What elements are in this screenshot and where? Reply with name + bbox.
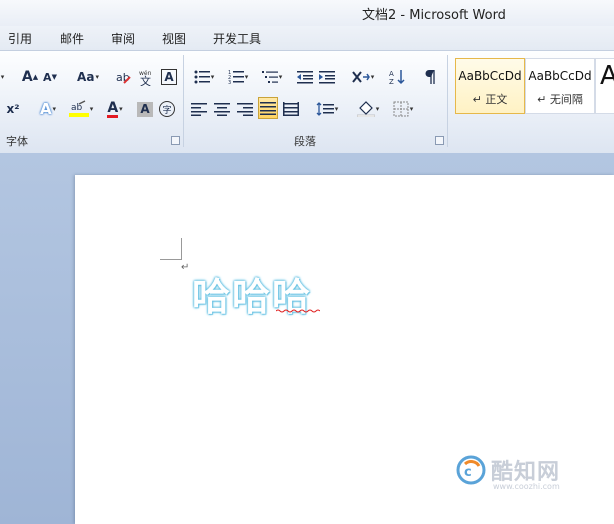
style-sample: AaBbCcDd xyxy=(528,69,592,83)
increase-indent-icon xyxy=(319,71,335,84)
decrease-indent-icon xyxy=(297,71,313,84)
line-spacing-button[interactable]: ▾ xyxy=(314,99,340,119)
phonetic-guide-icon: wén文 xyxy=(139,70,152,86)
font-color-button[interactable]: A ▾ xyxy=(101,99,129,119)
font-group-label: 字体 xyxy=(6,135,28,148)
font-color-icon: A xyxy=(107,99,119,118)
shrink-font-button[interactable]: A ▼ xyxy=(42,67,58,87)
align-right-icon xyxy=(237,103,253,116)
style-sample: A xyxy=(600,61,614,91)
grow-font-button[interactable]: A ▲ xyxy=(21,67,39,87)
tab-mailings[interactable]: 邮件 xyxy=(60,30,84,47)
char-shading-icon: A xyxy=(137,101,153,117)
tab-view[interactable]: 视图 xyxy=(162,30,186,47)
paint-bucket-icon xyxy=(356,101,375,117)
borders-button[interactable]: ▾ xyxy=(389,99,417,119)
font-size-dropdown-icon[interactable]: ▾ xyxy=(0,67,6,87)
bullets-button[interactable]: ▾ xyxy=(190,67,218,87)
chinese-layout-button[interactable]: ▾ xyxy=(348,67,378,87)
bullets-icon xyxy=(194,70,210,84)
char-border-icon: A xyxy=(161,69,177,85)
svg-text:文: 文 xyxy=(140,74,151,86)
window-title: 文档2 - Microsoft Word xyxy=(362,8,506,23)
paragraph-mark: ↵ xyxy=(181,262,190,273)
shrink-font-icon: A xyxy=(43,70,52,84)
clear-format-button[interactable]: ab xyxy=(114,67,132,87)
highlight-button[interactable]: ab ▾ xyxy=(66,99,96,119)
highlight-icon: ab xyxy=(68,100,89,117)
phonetic-guide-button[interactable]: wén 文 xyxy=(137,67,157,87)
increase-indent-button[interactable] xyxy=(318,67,336,87)
style-name: ↵ 无间隔 xyxy=(537,93,583,106)
margin-corner-mark xyxy=(160,238,182,260)
group-separator xyxy=(183,55,184,147)
text-effect-button[interactable]: A ▾ xyxy=(34,99,62,119)
enclose-char-icon: 字 xyxy=(159,101,175,117)
svg-text:c: c xyxy=(464,465,472,480)
clear-format-icon: ab xyxy=(116,71,131,84)
align-left-icon xyxy=(191,103,207,116)
paragraph-dialog-launcher-icon[interactable] xyxy=(435,136,444,145)
justify-icon xyxy=(260,102,276,115)
multilevel-list-button[interactable]: ▾ xyxy=(258,67,286,87)
ribbon: ▾ A ▲ A ▼ Aa ▾ ab wén 文 A x² A ▾ ab ▾ A ▾ A 字 字… xyxy=(0,50,614,154)
change-case-icon: Aa xyxy=(77,70,95,84)
sort-icon: AZ xyxy=(389,70,405,85)
multilevel-list-icon xyxy=(261,71,278,83)
title-bar: 文档2 - Microsoft Word xyxy=(0,0,614,26)
distributed-button[interactable] xyxy=(282,99,300,119)
text-effect-icon: A xyxy=(39,100,52,118)
style-normal[interactable]: AaBbCcDd ↵ 正文 xyxy=(455,58,525,114)
align-right-button[interactable] xyxy=(236,99,254,119)
watermark: c 酷知网 www.coozhi.com xyxy=(455,452,605,496)
svg-text:Z: Z xyxy=(389,78,394,85)
numbering-icon: 123 xyxy=(228,70,244,84)
sort-button[interactable]: AZ xyxy=(388,67,408,87)
paragraph-mark-icon xyxy=(425,70,435,84)
svg-text:3: 3 xyxy=(228,80,231,84)
ribbon-tabs: 引用 邮件 审阅 视图 开发工具 xyxy=(0,26,614,50)
borders-icon xyxy=(393,101,409,117)
style-name: ↵ 正文 xyxy=(472,93,508,106)
svg-text:A: A xyxy=(389,70,394,78)
decrease-indent-button[interactable] xyxy=(296,67,314,87)
justify-button[interactable] xyxy=(258,97,278,119)
change-case-button[interactable]: Aa ▾ xyxy=(74,67,102,87)
show-marks-button[interactable] xyxy=(422,67,440,87)
style-heading[interactable]: A xyxy=(595,58,614,114)
numbering-button[interactable]: 1 2 3 ▾ xyxy=(224,67,252,87)
group-separator xyxy=(447,55,448,147)
tab-review[interactable]: 审阅 xyxy=(111,30,135,47)
align-left-button[interactable] xyxy=(190,99,208,119)
char-shading-button[interactable]: A xyxy=(136,99,154,119)
tab-references[interactable]: 引用 xyxy=(8,30,32,47)
line-spacing-icon xyxy=(316,102,334,116)
style-sample: AaBbCcDd xyxy=(458,69,522,83)
superscript-icon: x² xyxy=(6,102,20,116)
svg-text:ab: ab xyxy=(71,103,83,113)
tab-developer[interactable]: 开发工具 xyxy=(213,30,261,47)
svg-text:ab: ab xyxy=(116,71,130,84)
watermark-url: www.coozhi.com xyxy=(493,482,560,491)
grow-font-icon: A xyxy=(21,69,33,85)
enclose-char-button[interactable]: 字 xyxy=(158,99,176,119)
font-dialog-launcher-icon[interactable] xyxy=(171,136,180,145)
align-center-icon xyxy=(214,103,230,116)
char-border-button[interactable]: A xyxy=(160,67,178,87)
superscript-button[interactable]: x² xyxy=(4,99,22,119)
style-no-spacing[interactable]: AaBbCcDd ↵ 无间隔 xyxy=(525,58,595,114)
paragraph-group-label: 段落 xyxy=(294,135,316,148)
chinese-layout-icon xyxy=(351,71,370,83)
align-center-button[interactable] xyxy=(213,99,231,119)
distributed-icon xyxy=(283,102,299,116)
shading-button[interactable]: ▾ xyxy=(354,99,382,119)
spellcheck-squiggle xyxy=(276,309,320,313)
